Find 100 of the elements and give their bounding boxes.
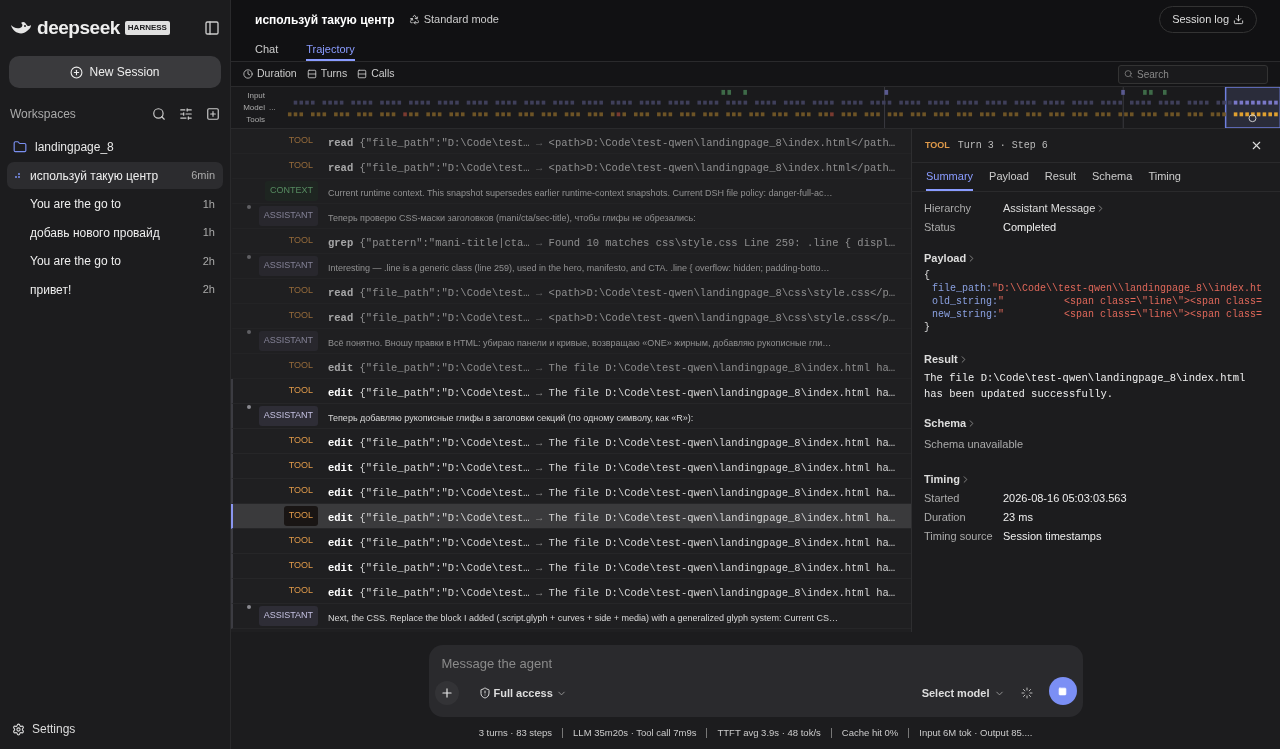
payload-key: old_string: (932, 295, 998, 308)
trajectory-row[interactable]: TOOL edit {"file_path":"D:\Code\test… → The file D:\Code\test-qwen\landingpage_8\index.html ha… (231, 554, 911, 579)
result-text: has been updated successfully. (924, 387, 1114, 402)
trajectory-row[interactable]: TOOL read {"file_path":"D:\Code\test… → <path>D:\Code\test-qwen\landingpage_8\index.html</path… (231, 154, 911, 179)
session-item[interactable]: добавь нового провайд 1h (7, 219, 223, 246)
trajectory-row[interactable]: TOOL edit {"file_path":"D:\Code\test… → The file D:\Code\test-qwen\landingpage_8\index.html ha… (231, 504, 911, 529)
tool-call-text: edit {"file_path":"D:\Code\test… → The file D:\Code\test-qwen\landingpage_8\index.html ha… (328, 387, 896, 399)
field-value: 23 ms (1003, 509, 1033, 525)
folder-icon (13, 140, 27, 154)
detail-tab[interactable]: Payload (989, 163, 1029, 191)
trajectory-row[interactable]: TOOL read {"file_path":"D:\Code\test… → <path>D:\Code\test-qwen\landingpage_8\index.html</path… (231, 129, 911, 154)
tool-call-text: read {"file_path":"D:\Code\test… → <path>D:\Code\test-qwen\landingpage_8\index.html</path… (328, 137, 896, 149)
session-title: добавь нового провайд (30, 224, 161, 242)
session-time: 6min (191, 168, 215, 184)
add-button[interactable] (434, 681, 459, 705)
tool-call-text: edit {"file_path":"D:\Code\test… → The file D:\Code\test-qwen\landingpage_8\index.html ha… (328, 437, 896, 449)
session-title: используй такую центр (30, 167, 160, 185)
tool-call-text: edit {"file_path":"D:\Code\test… → The file D:\Code\test-qwen\landingpage_8\index.html ha… (328, 362, 896, 374)
session-time: 1h (202, 225, 215, 241)
trajectory-row[interactable]: ASSISTANT Всё понятно. Вношу правки в HTML: убираю панели и кривые, возвращаю «ONE» жирным, добавляю рукописные гли… (231, 329, 911, 354)
trajectory-row[interactable]: CONTEXT Current runtime context. This snapshot supersedes earlier runtime-context snapshots. Current DSH file policy: danger-full-ac… (231, 179, 911, 204)
mode-label[interactable]: Standard mode (408, 11, 499, 28)
trajectory-row[interactable]: TOOL grep {"pattern":"mani-title|cta… → Found 10 matches css\style.css Line 259: .line { displ… (231, 229, 911, 254)
trajectory-row[interactable]: TOOL read {"file_path":"D:\Code\test… → <path>D:\Code\test-qwen\landingpage_8\css\style.css</p… (231, 279, 911, 304)
detail-tab[interactable]: Result (1044, 163, 1076, 191)
tool-call-text: read {"file_path":"D:\Code\test… → <path>D:\Code\test-qwen\landingpage_8\css\style.css</p… (328, 287, 896, 299)
message-text: Next, the CSS. Replace the block I added (.script.glyph + curves + side + media) with a generalized glyph system: Current CS… (328, 613, 838, 623)
search-input[interactable]: Search (1137, 66, 1262, 82)
type-label: TOOL (287, 384, 314, 398)
type-badge: ASSISTANT (258, 406, 318, 426)
payload-key: new_string: (932, 308, 998, 321)
more-text: ... (268, 101, 276, 114)
settings-button[interactable]: Settings (0, 709, 230, 749)
access-dropdown[interactable]: Full access (478, 684, 567, 702)
timeline-label: Input (247, 89, 265, 102)
timeline-label: Tools (246, 113, 265, 126)
settings-icon (12, 722, 25, 736)
tool-call-text: edit {"file_path":"D:\Code\test… → The file D:\Code\test-qwen\landingpage_8\index.html ha… (328, 537, 896, 549)
type-label: TOOL (287, 459, 314, 473)
message-text: Теперь добавляю рукописные глифы в заголовки секций (по одному символу, как «R»): (328, 413, 694, 423)
message-field[interactable]: Message the agent (434, 651, 1077, 675)
field-label: Started (924, 490, 961, 506)
field-link[interactable]: Assistant Message (1003, 200, 1107, 217)
type-label: TOOL (287, 159, 314, 173)
view-tab[interactable]: Chat (255, 39, 279, 61)
message-composer[interactable]: Message the agent Full access Select model (428, 645, 1083, 717)
toolbar-toggle[interactable]: Calls (357, 66, 395, 82)
trajectory-row[interactable]: TOOL edit {"file_path":"D:\Code\test… → The file D:\Code\test-qwen\landingpage_8\index.html ha… (231, 354, 911, 379)
field-label: Status (924, 220, 957, 236)
logo-text: deepseek (37, 15, 120, 40)
field-value: Session timestamps (1003, 528, 1102, 544)
detail-tab[interactable]: Summary (926, 163, 974, 191)
detail-tab[interactable]: Timing (1148, 163, 1181, 191)
workspace-name[interactable]: landingpage_8 (35, 138, 114, 156)
trajectory-row[interactable]: TOOL edit {"file_path":"D:\Code\test… → The file D:\Code\test-qwen\landingpage_8\index.html ha… (231, 579, 911, 604)
sidebar-toggle-icon[interactable] (204, 20, 220, 36)
new-session-button[interactable]: New Session (9, 56, 221, 88)
rows-icon (306, 69, 317, 79)
payload-value: " <span class=\"line\"><span class= (998, 308, 1263, 321)
trajectory-row[interactable]: ASSISTANT Теперь добавляю рукописные глифы в заголовки секций (по одному символу, как «R»): (231, 404, 911, 429)
toolbar-toggle[interactable]: Turns (306, 66, 348, 82)
detail-tab[interactable]: Schema (1092, 163, 1133, 191)
filter-icon[interactable] (179, 107, 193, 121)
type-badge: TOOL (283, 506, 318, 526)
search-icon[interactable] (152, 107, 166, 121)
trajectory-row[interactable]: TOOL edit {"file_path":"D:\Code\test… → The file D:\Code\test-qwen\landingpage_8\index.html ha… (231, 429, 911, 454)
session-item[interactable]: You are the go to 1h (7, 190, 223, 218)
session-title-heading: используй такую центр (255, 11, 395, 29)
type-badge: ASSISTANT (258, 256, 318, 276)
trajectory-row[interactable]: TOOL edit {"file_path":"D:\Code\test… → The file D:\Code\test-qwen\landingpage_8\index.html ha… (231, 454, 911, 479)
type-label: TOOL (287, 559, 314, 573)
trajectory-row[interactable]: ASSISTANT Next, the CSS. Replace the block I added (.script.glyph + curves + side + media) with a generalized glyph system: Current CS… (231, 604, 911, 629)
new-folder-icon[interactable] (206, 107, 220, 121)
trajectory-row[interactable]: TOOL edit {"file_path":"D:\Code\test… → The file D:\Code\test-qwen\landingpage_8\index.html ha… (231, 379, 911, 404)
tool-call-text: edit {"file_path":"D:\Code\test… → The file D:\Code\test-qwen\landingpage_8\index.html ha… (328, 512, 896, 524)
close-icon[interactable] (1250, 139, 1263, 152)
workspaces-label: Workspaces (10, 106, 77, 123)
session-title: You are the go to (30, 253, 122, 270)
search-field[interactable]: Search (1118, 64, 1268, 84)
trajectory-row[interactable]: TOOL edit {"file_path":"D:\Code\test… → The file D:\Code\test-qwen\landingpage_8\index.html ha… (231, 529, 911, 554)
trajectory-row[interactable]: TOOL read {"file_path":"D:\Code\test… → <path>D:\Code\test-qwen\landingpage_8\css\style.css</p… (231, 304, 911, 329)
session-item[interactable]: привет! 2h (7, 276, 223, 303)
session-item[interactable]: You are the go to 2h (7, 247, 223, 275)
tool-call-text: read {"file_path":"D:\Code\test… → <path>D:\Code\test-qwen\landingpage_8\css\style.css</p… (328, 312, 896, 324)
message-text: Теперь проверю CSS-маски заголовков (mani/cta/sec-title), чтобы глифы не обрезались: (328, 213, 696, 223)
status-text: LLM 35m20s · Tool call 7m9s (573, 726, 697, 740)
stop-icon (1058, 686, 1067, 696)
recycle-icon (408, 14, 420, 26)
trajectory-row[interactable]: ASSISTANT Теперь проверю CSS-маски заголовков (mani/cta/sec-title), чтобы глифы не обрезались: (231, 204, 911, 229)
type-badge: ASSISTANT (258, 331, 318, 351)
toolbar-toggle[interactable]: Duration (243, 66, 297, 82)
section-title: Timing (924, 472, 960, 488)
plus-icon (439, 686, 454, 700)
session-item[interactable]: используй такую центр 6min (7, 162, 223, 189)
model-dropdown[interactable]: Select model (921, 684, 1005, 702)
stop-button[interactable] (1048, 677, 1077, 705)
message-text: Всё понятно. Вношу правки в HTML: убираю панели и кривые, возвращаю «ONE» жирным, добавляю рукописные гли… (328, 338, 832, 348)
field-value: Completed (1003, 220, 1057, 236)
trajectory-row[interactable]: ASSISTANT Interesting — .line is a generic class (line 259), used in the hero, manifesto, and CTA. .line { overflow: hidden; padding-botto… (231, 254, 911, 279)
tool-call-text: read {"file_path":"D:\Code\test… → <path>D:\Code\test-qwen\landingpage_8\index.html</path… (328, 162, 896, 174)
